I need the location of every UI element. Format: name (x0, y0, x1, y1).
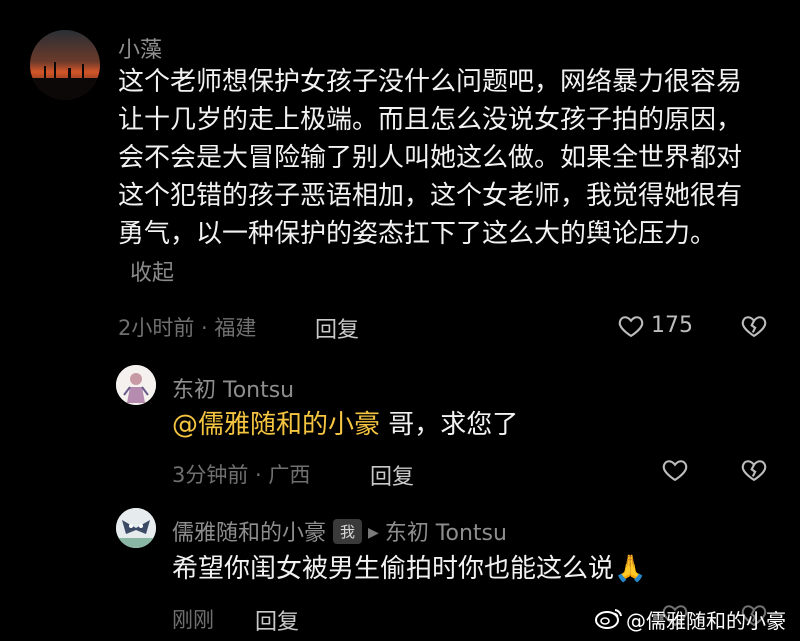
reply-target[interactable]: 东初 Tontsu (385, 521, 507, 546)
reply-meta: 刚刚 (172, 608, 214, 632)
reply-text-block: 希望你闺女被男生偷拍时你也能这么说🙏 (172, 550, 646, 588)
like-icon[interactable] (617, 312, 645, 340)
pray-emoji-icon: 🙏 (614, 554, 647, 584)
comment-text-block: 这个老师想保护女孩子没什么问题吧，网络暴力很容易让十几岁的走上极端。而且怎么没说… (118, 63, 748, 293)
reply-meta: 3分钟前 · 广西 (172, 463, 311, 487)
reply-author[interactable]: 东初 Tontsu (172, 372, 294, 404)
reply-button[interactable]: 回复 (255, 604, 299, 636)
weibo-logo-icon (594, 606, 624, 630)
reply-arrow-icon: ▶ (368, 525, 379, 541)
dislike-icon[interactable] (740, 312, 768, 340)
reply-button[interactable]: 回复 (315, 312, 359, 344)
avatar[interactable] (30, 30, 100, 100)
reply-author-line: 儒雅随和的小豪 我 ▶ 东初 Tontsu (172, 515, 507, 547)
comment-author[interactable]: 小藻 (118, 32, 162, 64)
like-icon[interactable] (661, 456, 689, 484)
avatar[interactable] (116, 508, 156, 548)
reply-author[interactable]: 儒雅随和的小豪 (172, 521, 326, 546)
like-count: 175 (651, 313, 693, 338)
reply-text: 希望你闺女被男生偷拍时你也能这么说 (172, 554, 615, 584)
watermark-text: @儒雅随和的小豪 (626, 609, 786, 633)
comment-meta: 2小时前 · 福建 (118, 316, 257, 340)
reply-text: 哥，求您了 (380, 410, 519, 440)
comment-text: 这个老师想保护女孩子没什么问题吧，网络暴力很容易让十几岁的走上极端。而且怎么没说… (118, 67, 743, 249)
reply-button[interactable]: 回复 (370, 459, 414, 491)
avatar[interactable] (116, 365, 156, 405)
self-badge: 我 (333, 519, 363, 544)
collapse-link[interactable]: 收起 (130, 261, 174, 286)
mention-link[interactable]: @儒雅随和的小豪 (172, 410, 380, 440)
dislike-icon[interactable] (740, 456, 768, 484)
reply-text-block: @儒雅随和的小豪 哥，求您了 (172, 406, 518, 444)
